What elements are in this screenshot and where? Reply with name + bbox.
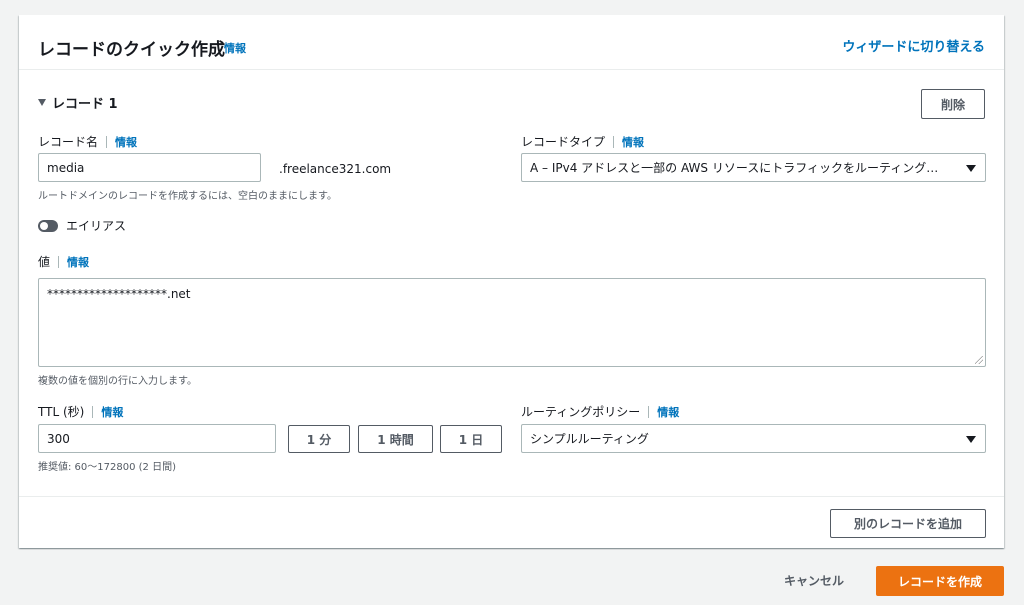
divider	[58, 255, 60, 268]
value-hint: 複数の値を個別の行に入力します。	[38, 376, 197, 387]
routing-policy-info-link[interactable]: 情報	[657, 404, 679, 420]
dropdown-caret-icon	[966, 165, 976, 172]
ttl-1-day-button[interactable]: 1 日	[440, 425, 502, 453]
ttl-1-hour-button[interactable]: 1 時間	[358, 425, 433, 453]
record-name-input[interactable]: media	[38, 153, 261, 182]
record-type-label: レコードタイプ	[521, 135, 606, 149]
value-textarea[interactable]: ********************.net	[38, 278, 986, 367]
divider	[613, 135, 615, 148]
record-name-hint: ルートドメインのレコードを作成するには、空白のままにします。	[38, 191, 337, 202]
record-name-label-row: レコード名 情報	[38, 133, 137, 150]
card-header: レコードのクイック作成 情報 ウィザードに切り替える	[19, 15, 1004, 70]
record-type-select[interactable]: A – IPv4 アドレスと一部の AWS リソースにトラフィックをルーティング…	[521, 153, 986, 182]
alias-toggle[interactable]: エイリアス	[38, 217, 126, 234]
value-label-row: 値 情報	[38, 253, 89, 270]
record-name-label: レコード名	[38, 135, 99, 149]
divider	[106, 135, 108, 148]
delete-record-button[interactable]: 削除	[921, 89, 985, 119]
ttl-info-link[interactable]: 情報	[101, 404, 123, 420]
record-type-label-row: レコードタイプ 情報	[521, 133, 644, 150]
page-title: レコードのクイック作成	[38, 40, 225, 60]
caret-down-icon	[38, 99, 46, 106]
cancel-button[interactable]: キャンセル	[784, 572, 844, 589]
routing-policy-select[interactable]: シンプルルーティング	[521, 424, 986, 453]
record-type-info-link[interactable]: 情報	[622, 134, 644, 150]
record-section-toggle[interactable]: レコード 1	[38, 93, 118, 112]
title-info-link[interactable]: 情報	[224, 40, 246, 56]
add-another-record-button[interactable]: 別のレコードを追加	[830, 509, 986, 538]
routing-policy-label-row: ルーティングポリシー 情報	[521, 403, 679, 420]
ttl-hint: 推奨値: 60～172800 (2 日間)	[38, 462, 176, 473]
record-name-info-link[interactable]: 情報	[115, 134, 137, 150]
value-content: ********************.net	[47, 287, 191, 301]
ttl-1-minute-button[interactable]: 1 分	[288, 425, 350, 453]
switch-to-wizard-link[interactable]: ウィザードに切り替える	[842, 36, 985, 55]
value-label: 値	[38, 255, 51, 269]
record-section-label: レコード 1	[52, 97, 118, 112]
routing-policy-value: シンプルルーティング	[530, 432, 649, 446]
record-type-value: A – IPv4 アドレスと一部の AWS リソースにトラフィックをルーティング…	[530, 161, 939, 175]
quick-create-card: レコードのクイック作成 情報 ウィザードに切り替える レコード 1 削除 レコー…	[19, 15, 1004, 548]
divider	[648, 405, 650, 418]
alias-label: エイリアス	[66, 219, 127, 233]
divider	[92, 405, 94, 418]
section-divider	[19, 496, 1004, 497]
ttl-label: TTL (秒)	[38, 405, 85, 419]
ttl-input[interactable]: 300	[38, 424, 276, 453]
ttl-label-row: TTL (秒) 情報	[38, 403, 123, 420]
toggle-switch-icon	[38, 219, 58, 232]
domain-suffix: .freelance321.com	[279, 162, 392, 176]
value-info-link[interactable]: 情報	[67, 254, 89, 270]
routing-policy-label: ルーティングポリシー	[521, 405, 641, 419]
create-records-button[interactable]: レコードを作成	[876, 566, 1004, 596]
resize-handle-icon[interactable]	[975, 356, 983, 364]
dropdown-caret-icon	[966, 436, 976, 443]
